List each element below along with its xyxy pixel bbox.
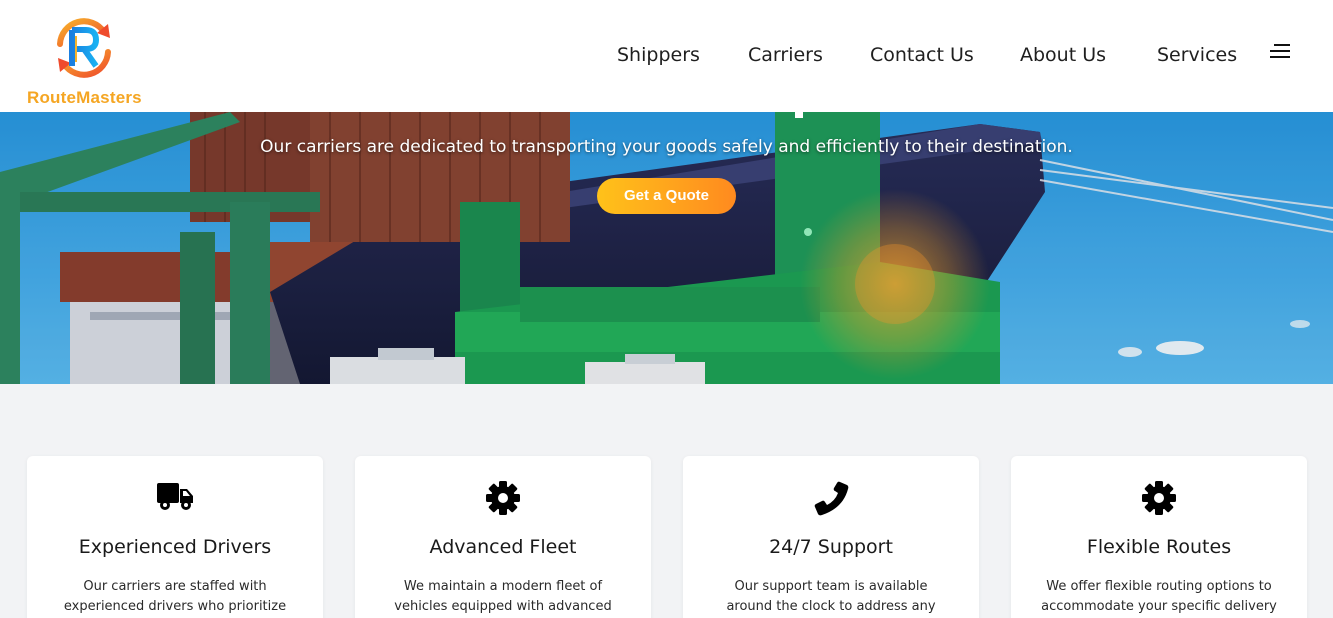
nav-shippers[interactable]: Shippers [617, 44, 700, 66]
nav-contact-us[interactable]: Contact Us [870, 44, 974, 66]
get-a-quote-button[interactable]: Get a Quote [597, 178, 736, 214]
truck-icon [157, 483, 193, 510]
nav-services[interactable]: Services [1157, 44, 1237, 66]
gear-icon [1142, 481, 1176, 515]
phone-icon [814, 481, 849, 516]
feature-title: Experienced Drivers [78, 536, 272, 558]
feature-description: Our carriers are staffed with experience… [63, 579, 287, 614]
brand-name: RouteMasters [27, 88, 142, 107]
hero-banner: Our carriers are dedicated to transporti… [0, 112, 1333, 384]
feature-title: Flexible Routes [1086, 536, 1232, 558]
site-header: RouteMasters Shippers Carriers Contact U… [0, 0, 1333, 112]
feature-description: We offer flexible routing options to acc… [1041, 579, 1277, 614]
feature-description: We maintain a modern fleet of vehicles e… [394, 579, 612, 614]
main-nav: Shippers Carriers Contact Us About Us Se… [0, 44, 1333, 72]
feature-card-flexible-routes: Flexible Routes We offer flexible routin… [1011, 456, 1307, 618]
feature-card-24-7-support: 24/7 Support Our support team is availab… [683, 456, 979, 618]
hero-subtitle: Our carriers are dedicated to transporti… [260, 137, 1073, 157]
feature-title: Advanced Fleet [429, 536, 577, 558]
nav-carriers[interactable]: Carriers [748, 44, 823, 66]
feature-title: 24/7 Support [769, 536, 893, 558]
nav-about-us[interactable]: About Us [1020, 44, 1106, 66]
feature-card-advanced-fleet: Advanced Fleet We maintain a modern flee… [355, 456, 651, 618]
gear-icon [486, 481, 520, 515]
feature-card-experienced-drivers: Experienced Drivers Our carriers are sta… [27, 456, 323, 618]
hamburger-menu-icon[interactable] [1268, 43, 1290, 61]
feature-description: Our support team is available around the… [726, 579, 936, 614]
